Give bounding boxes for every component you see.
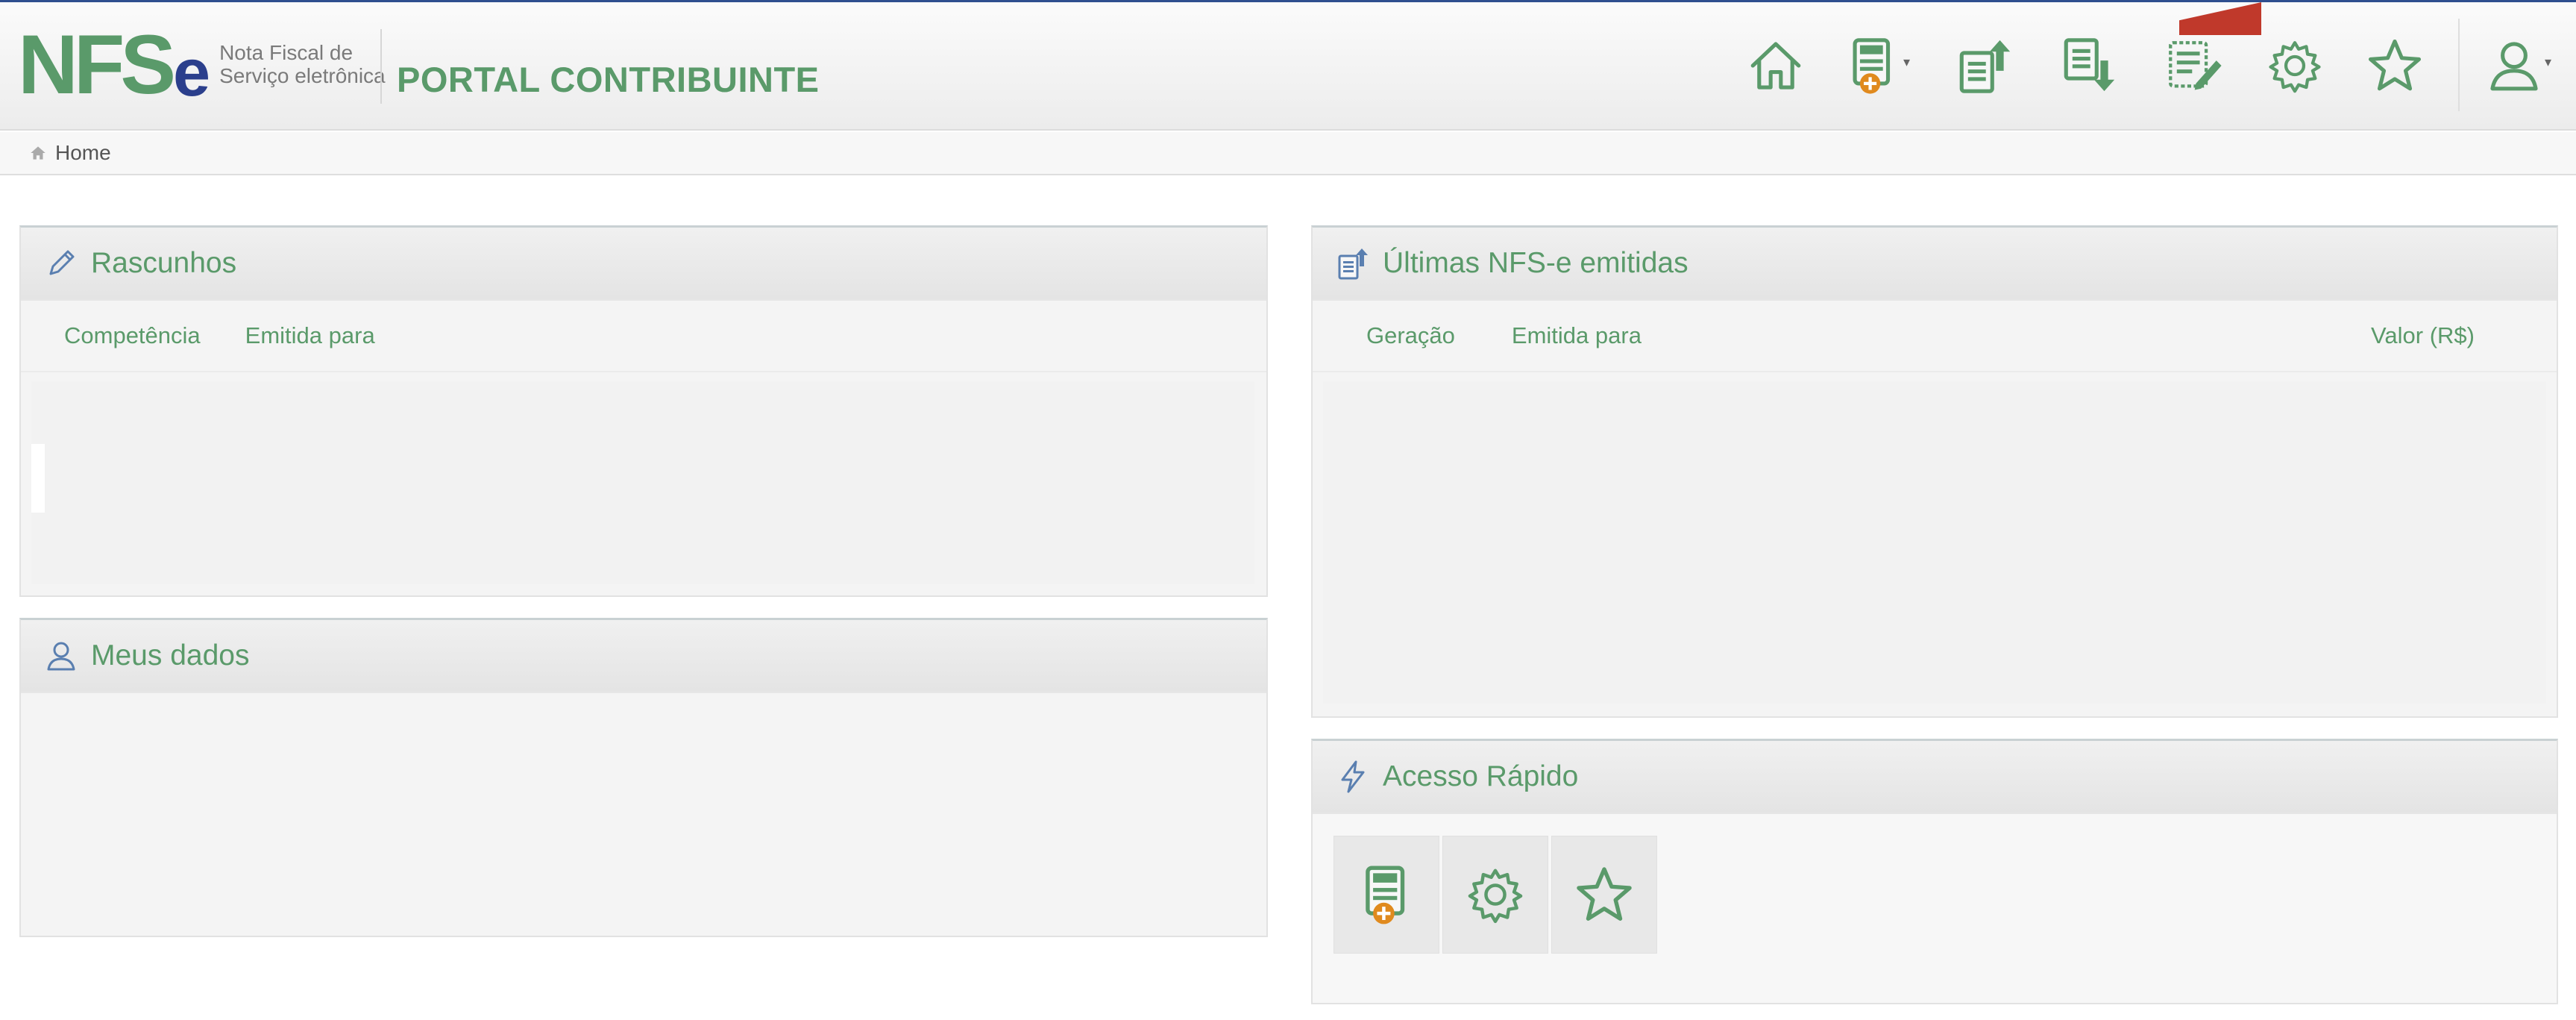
logo-subtitle-line1: Nota Fiscal de — [219, 41, 354, 65]
new-nfse-nav-button[interactable]: ▾ — [1839, 32, 1910, 99]
column-header-valor[interactable]: Valor (R$) — [2371, 322, 2475, 349]
nfse-logo[interactable]: N F S e Nota Fiscal de Serviço eletrônic… — [18, 23, 386, 107]
new-nfse-icon — [1853, 38, 1891, 94]
column-header-geracao[interactable]: Geração — [1366, 322, 1455, 349]
rascunhos-panel: Rascunhos Competência Emitida para — [19, 225, 1268, 597]
ultimas-nfse-title: Últimas NFS-e emitidas — [1383, 247, 1688, 279]
logo-mark: N F S e — [18, 18, 210, 111]
column-header-emitida-para[interactable]: Emitida para — [245, 322, 375, 349]
home-icon — [1750, 42, 1801, 90]
meus-dados-panel: Meus dados — [19, 618, 1268, 937]
rascunhos-header: Rascunhos — [21, 228, 1266, 301]
user-menu-button[interactable]: ▾ — [2481, 32, 2552, 99]
chevron-down-icon: ▾ — [1903, 54, 1911, 69]
home-nav-button[interactable] — [1742, 32, 1809, 99]
portal-title: PORTAL CONTRIBUINTE — [397, 60, 820, 99]
logo-letter-s: S — [120, 18, 176, 111]
acesso-rapido-header: Acesso Rápido — [1313, 741, 2557, 814]
quick-access-settings-button[interactable] — [1442, 836, 1548, 954]
upload-document-icon — [1338, 248, 1368, 280]
star-icon — [1577, 867, 1632, 921]
star-icon — [2368, 39, 2422, 91]
quick-access-favorites-button[interactable] — [1551, 836, 1657, 954]
meus-dados-header: Meus dados — [21, 620, 1266, 693]
download-document-nav-button[interactable] — [2055, 32, 2123, 99]
new-nfse-icon — [1366, 866, 1405, 924]
ultimas-nfse-list — [1323, 381, 2546, 704]
gear-icon — [1468, 869, 1523, 924]
edit-document-icon — [2169, 41, 2222, 90]
upload-document-nav-button[interactable] — [1951, 32, 2018, 99]
pencil-icon — [49, 250, 75, 275]
quick-access-new-nfse-button[interactable] — [1333, 836, 1439, 954]
list-scroll-indicator — [31, 444, 45, 513]
user-icon — [47, 642, 75, 671]
user-icon — [2490, 42, 2538, 91]
logo-subtitle-line2: Serviço eletrônica — [219, 64, 386, 87]
logo-letter-n: N — [18, 18, 78, 111]
logo-divider — [380, 29, 382, 104]
column-header-emitida-para[interactable]: Emitida para — [1512, 322, 1642, 349]
highlight-marker — [2179, 2, 2261, 35]
edit-document-nav-button[interactable] — [2160, 32, 2227, 99]
column-header-competencia[interactable]: Competência — [64, 322, 201, 349]
rascunhos-list — [31, 381, 1254, 584]
logo-subtitle: Nota Fiscal de Serviço eletrônica — [219, 41, 386, 88]
logo-letter-f: F — [73, 18, 125, 111]
download-document-icon — [2064, 38, 2115, 92]
logo-letter-e: e — [173, 36, 210, 110]
settings-nav-button[interactable] — [2261, 32, 2328, 99]
chevron-down-icon: ▾ — [2545, 54, 2552, 69]
breadcrumb: Home — [0, 132, 2576, 175]
ultimas-column-headers: Geração Emitida para Valor (R$) — [1313, 301, 2557, 372]
lightning-icon — [1341, 760, 1365, 793]
nav-divider — [2458, 19, 2460, 111]
meus-dados-title: Meus dados — [91, 639, 250, 672]
breadcrumb-home-link[interactable]: Home — [55, 141, 111, 165]
home-icon — [31, 146, 45, 160]
favorites-nav-button[interactable] — [2361, 32, 2428, 99]
ultimas-nfse-header: Últimas NFS-e emitidas — [1313, 228, 2557, 301]
header-bar: N F S e Nota Fiscal de Serviço eletrônic… — [0, 2, 2576, 131]
rascunhos-title: Rascunhos — [91, 247, 237, 279]
acesso-rapido-title: Acesso Rápido — [1383, 760, 1579, 792]
rascunhos-column-headers: Competência Emitida para — [21, 301, 1266, 372]
upload-document-icon — [1959, 40, 2011, 93]
gear-icon — [2269, 41, 2321, 93]
ultimas-nfse-panel: Últimas NFS-e emitidas Geração Emitida p… — [1311, 225, 2558, 718]
